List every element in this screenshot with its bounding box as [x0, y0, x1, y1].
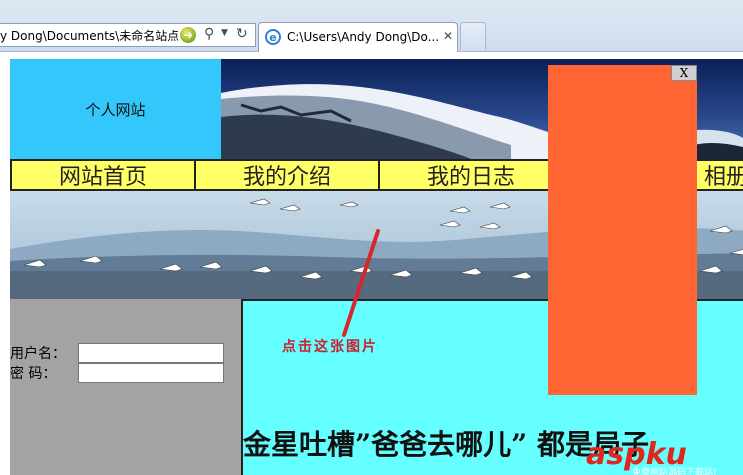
ie-logo-icon: e	[265, 29, 281, 45]
floating-ad-popup[interactable]: X	[548, 65, 697, 395]
password-label: 密 码：	[10, 366, 57, 382]
browser-tab[interactable]: e C:\Users\Andy Dong\Do... ✕	[258, 22, 458, 52]
address-bar[interactable]: y Dong\Documents\未命名站点 ➜ ⚲ ▼ ↻	[0, 23, 256, 47]
nav-item-blog[interactable]: 我的日志	[380, 161, 565, 190]
username-row: 用户名：	[10, 343, 224, 363]
address-text[interactable]: y Dong\Documents\未命名站点	[0, 27, 178, 44]
chevron-down-icon[interactable]: ▼	[221, 28, 228, 38]
watermark-sub: 免费网站源码下载站!	[632, 468, 717, 475]
popup-close-button[interactable]: X	[671, 65, 697, 81]
search-icon[interactable]: ⚲	[204, 26, 220, 44]
password-input[interactable]	[78, 363, 224, 383]
refresh-icon[interactable]: ↻	[236, 26, 248, 42]
go-button-icon[interactable]: ➜	[180, 27, 196, 43]
site-logo[interactable]: 个人网站	[10, 59, 221, 159]
browser-toolbar: y Dong\Documents\未命名站点 ➜ ⚲ ▼ ↻ e C:\User…	[0, 0, 743, 52]
nav-item-about[interactable]: 我的介绍	[196, 161, 381, 190]
page-viewport: 个人网站 网站首页 我的介绍 我的日志 相册 用户名： 密 码： 金星吐槽”爸爸…	[0, 52, 743, 475]
annotation-text: 点击这张图片	[282, 339, 378, 355]
tab-title[interactable]: C:\Users\Andy Dong\Do...	[287, 30, 439, 44]
nav-item-home[interactable]: 网站首页	[12, 161, 197, 190]
login-sidebar: 用户名： 密 码：	[10, 299, 241, 475]
username-input[interactable]	[78, 343, 224, 363]
close-icon[interactable]: ✕	[443, 29, 453, 43]
password-row: 密 码：	[10, 363, 224, 383]
annotation-arrow	[342, 229, 380, 337]
new-tab-button[interactable]	[460, 22, 486, 50]
watermark-logo: aspku 免费网站源码下载站!	[586, 437, 743, 475]
username-label: 用户名：	[10, 346, 66, 362]
